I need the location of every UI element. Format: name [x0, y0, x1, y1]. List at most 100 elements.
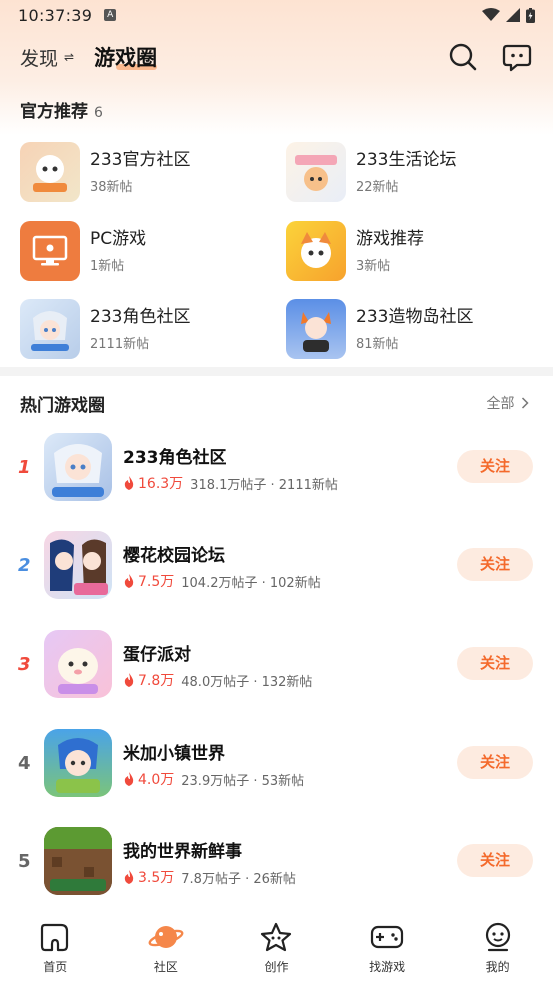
post-stats: 48.0万帖子 · 132新帖	[181, 674, 313, 690]
tab-discover[interactable]: 发现	[20, 44, 58, 71]
hot-circle-row[interactable]: 4 米加小镇世界 4.0万 23.9万帖子 · 53新帖 关注	[0, 729, 553, 801]
character-icon	[56, 738, 100, 793]
follow-button[interactable]: 关注	[457, 548, 533, 581]
official-item-name: PC游戏	[90, 229, 147, 249]
circle-name: 我的世界新鲜事	[123, 842, 242, 862]
fire-icon	[124, 476, 134, 490]
hot-circle-row[interactable]: 3 蛋仔派对 7.8万 48.0万帖子 · 132新帖 关注	[0, 630, 553, 702]
community-thumbnail	[20, 142, 80, 202]
planet-icon	[148, 926, 184, 948]
circle-name: 233角色社区	[123, 448, 227, 468]
post-stats: 104.2万帖子 · 102新帖	[181, 575, 321, 591]
nav-label: 找游戏	[369, 960, 406, 974]
circle-stats: 3.5万 7.8万帖子 · 26新帖	[123, 867, 296, 887]
gamepad-icon	[370, 925, 404, 949]
circle-stats: 16.3万 318.1万帖子 · 2111新帖	[123, 473, 338, 493]
tab-game-circle[interactable]: 游戏圈	[94, 42, 158, 72]
signal-icon	[506, 8, 520, 22]
hot-section-title: 热门游戏圈	[20, 396, 105, 416]
character-icon	[50, 539, 108, 595]
character-icon	[31, 311, 69, 351]
battery-icon	[526, 7, 535, 23]
nav-find-games[interactable]: 找游戏	[347, 922, 427, 975]
circle-thumbnail	[44, 531, 112, 599]
rank-number: 1	[18, 457, 31, 478]
circle-thumbnail	[44, 433, 112, 501]
official-item[interactable]: 233官方社区 38新帖	[20, 140, 280, 204]
heat-value: 7.5万	[138, 574, 175, 590]
official-item[interactable]: PC游戏 1新帖	[20, 219, 280, 283]
bottom-nav: 首页 社区 创作 找游戏 我的	[0, 908, 553, 984]
circle-thumbnail	[44, 729, 112, 797]
heat-value: 4.0万	[138, 772, 175, 788]
official-item[interactable]: 233角色社区 2111新帖	[20, 297, 280, 361]
official-item[interactable]: 游戏推荐 3新帖	[286, 219, 546, 283]
post-stats: 318.1万帖子 · 2111新帖	[190, 477, 338, 493]
status-time: 10:37:39	[18, 5, 93, 25]
fire-icon	[124, 574, 134, 588]
nav-label: 我的	[485, 960, 510, 974]
hot-circle-row[interactable]: 1 233角色社区 16.3万 318.1万帖子 · 2111新帖 关注	[0, 433, 553, 505]
search-button[interactable]	[447, 41, 479, 73]
hot-circle-row[interactable]: 5 我的世界新鲜事 3.5万 7.8万帖子 · 26新帖 关注	[0, 827, 553, 899]
official-count: 6	[94, 105, 103, 121]
nav-home[interactable]: 首页	[15, 922, 95, 975]
swap-icon[interactable]: ⇌	[64, 50, 74, 64]
status-icons	[482, 7, 535, 23]
official-item-name: 233造物岛社区	[356, 307, 474, 327]
community-thumbnail	[286, 142, 346, 202]
official-item-posts: 3新帖	[356, 259, 391, 274]
star-icon	[261, 922, 292, 952]
post-stats: 7.8万帖子 · 26新帖	[181, 871, 296, 887]
post-stats: 23.9万帖子 · 53新帖	[181, 773, 305, 789]
rank-number: 5	[18, 851, 31, 872]
heat-value: 16.3万	[138, 476, 184, 492]
rank-number: 3	[18, 654, 31, 675]
official-item-name: 233官方社区	[90, 150, 191, 170]
circle-thumbnail	[44, 827, 112, 895]
fire-icon	[124, 772, 134, 786]
official-item[interactable]: 233生活论坛 22新帖	[286, 140, 546, 204]
official-item[interactable]: 233造物岛社区 81新帖	[286, 297, 546, 361]
message-icon	[502, 44, 532, 72]
official-title: 官方推荐	[20, 102, 88, 122]
search-icon	[449, 43, 477, 71]
official-item-posts: 81新帖	[356, 337, 399, 352]
hot-circle-row[interactable]: 2 樱花校园论坛 7.5万 104.2万帖子 · 102新帖 关注	[0, 531, 553, 603]
follow-button[interactable]: 关注	[457, 647, 533, 680]
heat-value: 7.8万	[138, 673, 175, 689]
nav-label: 社区	[153, 960, 178, 974]
circle-name: 樱花校园论坛	[123, 546, 225, 566]
mascot-icon	[295, 155, 337, 191]
profile-icon	[485, 922, 510, 952]
community-thumbnail	[20, 299, 80, 359]
circle-thumbnail	[44, 630, 112, 698]
official-item-name: 233角色社区	[90, 307, 191, 327]
character-icon	[52, 444, 104, 497]
nav-community[interactable]: 社区	[126, 922, 206, 975]
nav-label: 首页	[43, 960, 68, 974]
mascot-icon	[33, 155, 67, 192]
wifi-icon	[482, 8, 500, 21]
view-all-link[interactable]: 全部	[487, 393, 529, 413]
message-button[interactable]	[501, 41, 533, 73]
notification-indicator: A	[104, 9, 117, 21]
nav-profile[interactable]: 我的	[458, 922, 538, 975]
chevron-right-icon	[521, 397, 529, 409]
official-item-posts: 38新帖	[90, 180, 133, 195]
follow-button[interactable]: 关注	[457, 844, 533, 877]
community-thumbnail	[20, 221, 80, 281]
follow-button[interactable]: 关注	[457, 450, 533, 483]
nav-create[interactable]: 创作	[236, 922, 316, 975]
official-item-posts: 1新帖	[90, 259, 125, 274]
follow-button[interactable]: 关注	[457, 746, 533, 779]
header-actions	[447, 41, 533, 73]
circle-stats: 7.8万 48.0万帖子 · 132新帖	[123, 670, 312, 690]
section-divider	[0, 367, 553, 376]
circle-stats: 7.5万 104.2万帖子 · 102新帖	[123, 571, 321, 591]
community-thumbnail	[286, 221, 346, 281]
eggy-icon	[58, 648, 98, 694]
circle-name: 蛋仔派对	[123, 645, 191, 665]
fire-icon	[124, 870, 134, 884]
official-item-posts: 2111新帖	[90, 337, 150, 352]
